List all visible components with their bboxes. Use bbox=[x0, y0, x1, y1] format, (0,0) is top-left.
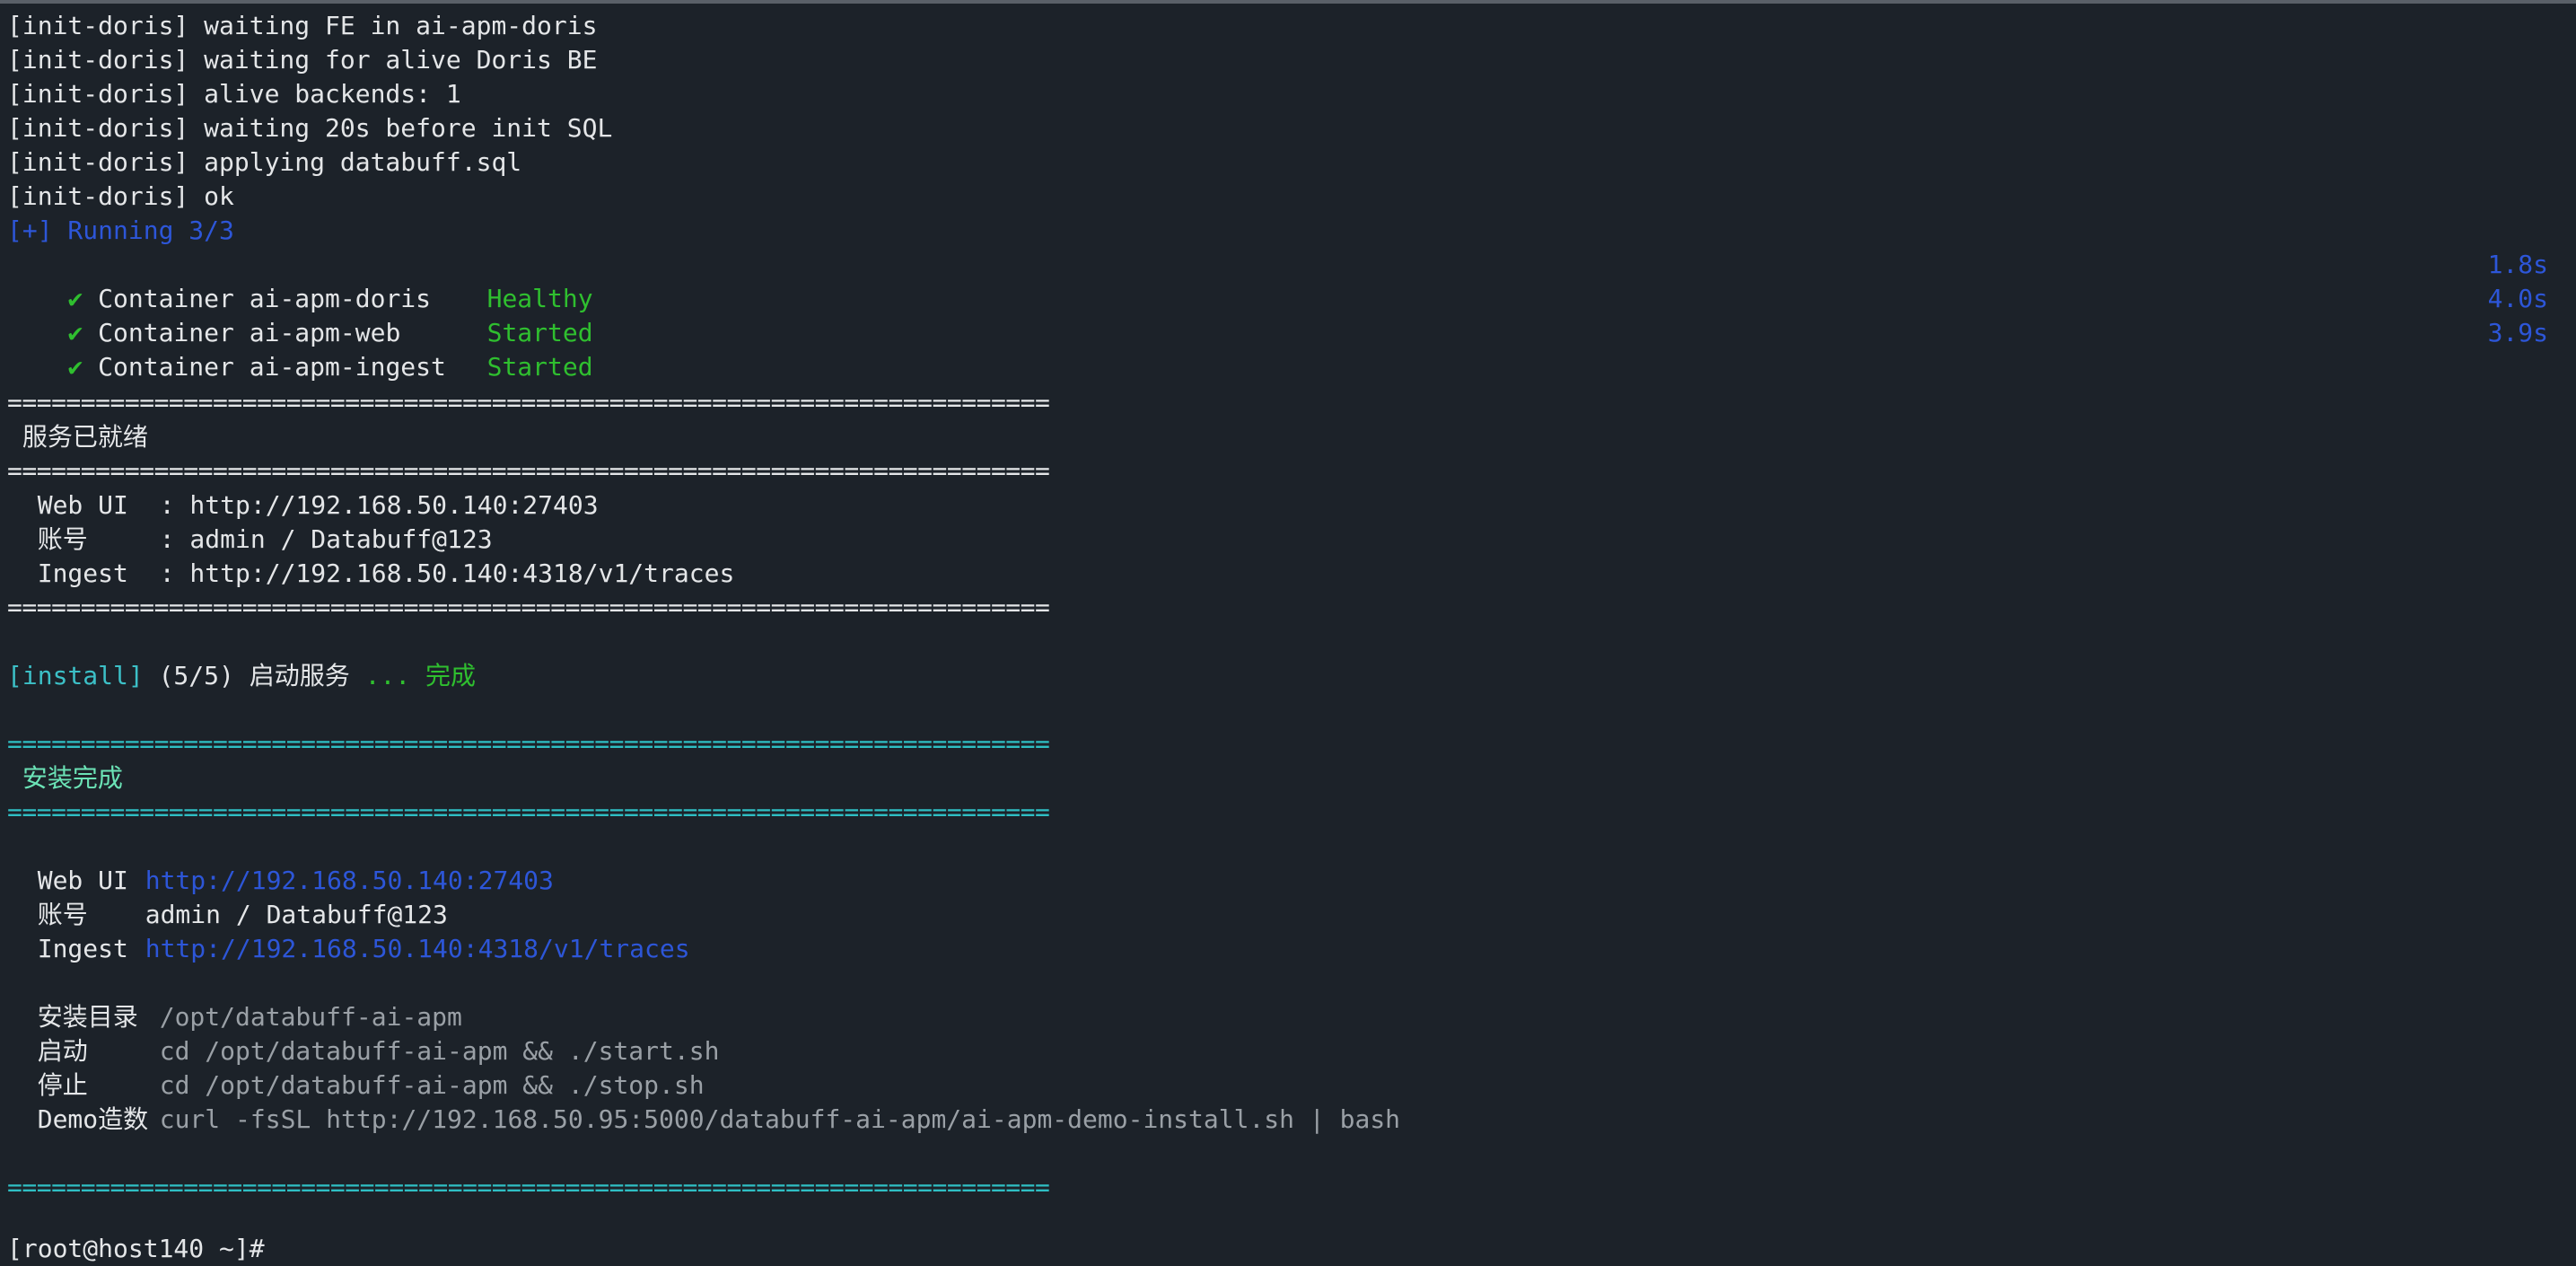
command-value: /opt/databuff-ai-apm bbox=[159, 1002, 462, 1032]
info-value: admin / Databuff@123 bbox=[145, 900, 448, 929]
container-status: Started bbox=[486, 352, 593, 382]
container-time: 3.9s bbox=[2487, 318, 2548, 347]
complete-info-row: Ingest http://192.168.50.140:4318/v1/trac… bbox=[7, 932, 690, 966]
ingest-link[interactable]: http://192.168.50.140:4318/v1/traces bbox=[145, 934, 690, 963]
separator: ========================================… bbox=[7, 593, 1050, 622]
command-value: cd /opt/databuff-ai-apm && ./start.sh bbox=[159, 1036, 720, 1066]
command-value: cd /opt/databuff-ai-apm && ./stop.sh bbox=[159, 1070, 705, 1100]
ready-title: 服务已就绪 bbox=[22, 422, 148, 452]
container-row: ✔ Container ai-apm-doris Healthy bbox=[7, 248, 592, 313]
separator: ========================================… bbox=[7, 797, 1050, 827]
install-step: [install] (5/5) 启动服务 ... 完成 bbox=[7, 659, 476, 693]
command-row: Demo造数 curl -fsSL http://192.168.50.95:50… bbox=[7, 1103, 1400, 1137]
command-row: 安装目录/opt/databuff-ai-apm bbox=[7, 1000, 462, 1034]
shell-prompt[interactable]: [root@host140 ~]# bbox=[7, 1232, 265, 1266]
separator: ========================================… bbox=[7, 456, 1050, 486]
container-row: ✔ Container ai-apm-ingest Started bbox=[7, 316, 592, 382]
separator: ========================================… bbox=[7, 388, 1050, 418]
info-key: 账号 bbox=[37, 900, 88, 929]
install-step-text: (5/5) 启动服务 bbox=[158, 661, 350, 690]
separator: ========================================… bbox=[7, 1173, 1050, 1202]
complete-title: 安装完成 bbox=[22, 763, 123, 793]
command-key: 停止 bbox=[37, 1070, 88, 1100]
info-value: : admin / Databuff@123 bbox=[159, 524, 493, 554]
command-key: 启动 bbox=[37, 1036, 88, 1066]
complete-info-row: Web UI http://192.168.50.140:27403 bbox=[7, 864, 554, 898]
info-value: : http://192.168.50.140:27403 bbox=[159, 490, 599, 520]
ready-info-row: Web UI : http://192.168.50.140:27403 bbox=[7, 488, 599, 523]
log-line: [init-doris] alive backends: 1 bbox=[7, 79, 461, 109]
info-value: : http://192.168.50.140:4318/v1/traces bbox=[159, 558, 735, 588]
install-done: ... 完成 bbox=[364, 661, 477, 690]
log-line: [init-doris] applying databuff.sql bbox=[7, 147, 522, 177]
ready-info-row: 账号 : admin / Databuff@123 bbox=[7, 523, 493, 557]
log-line: [init-doris] waiting FE in ai-apm-doris bbox=[7, 11, 598, 40]
log-line: [init-doris] waiting 20s before init SQL bbox=[7, 113, 613, 143]
container-time: 1.8s bbox=[2487, 250, 2548, 279]
command-row: 停止 cd /opt/databuff-ai-apm && ./stop.sh bbox=[7, 1068, 705, 1103]
log-line: [init-doris] ok bbox=[7, 181, 234, 211]
command-row: 启动 cd /opt/databuff-ai-apm && ./start.sh bbox=[7, 1034, 720, 1068]
complete-info-row: 账号 admin / Databuff@123 bbox=[7, 898, 448, 932]
info-key: Web UI bbox=[37, 866, 128, 895]
command-key: 安装目录 bbox=[37, 1002, 138, 1032]
running-status: [+] Running 3/3 bbox=[7, 215, 234, 245]
container-time: 4.0s bbox=[2487, 284, 2548, 313]
info-key: Web UI bbox=[37, 490, 128, 520]
log-line: [init-doris] waiting for alive Doris BE bbox=[7, 45, 598, 75]
command-value: curl -fsSL http://192.168.50.95:5000/dat… bbox=[159, 1104, 1401, 1134]
ready-info-row: Ingest : http://192.168.50.140:4318/v1/tr… bbox=[7, 557, 735, 591]
install-prefix: [install] bbox=[7, 661, 144, 690]
web-ui-link[interactable]: http://192.168.50.140:27403 bbox=[145, 866, 554, 895]
info-key: 账号 bbox=[37, 524, 88, 554]
command-key: Demo造数 bbox=[37, 1104, 149, 1134]
check-icon: ✔ bbox=[67, 352, 83, 382]
terminal-output[interactable]: [init-doris] waiting FE in ai-apm-doris … bbox=[0, 4, 2576, 1263]
info-key: Ingest bbox=[37, 934, 128, 963]
info-key: Ingest bbox=[37, 558, 128, 588]
container-row: ✔ Container ai-apm-web Started bbox=[7, 282, 592, 347]
container-name: ai-apm-ingest bbox=[249, 352, 446, 382]
separator: ========================================… bbox=[7, 729, 1050, 759]
